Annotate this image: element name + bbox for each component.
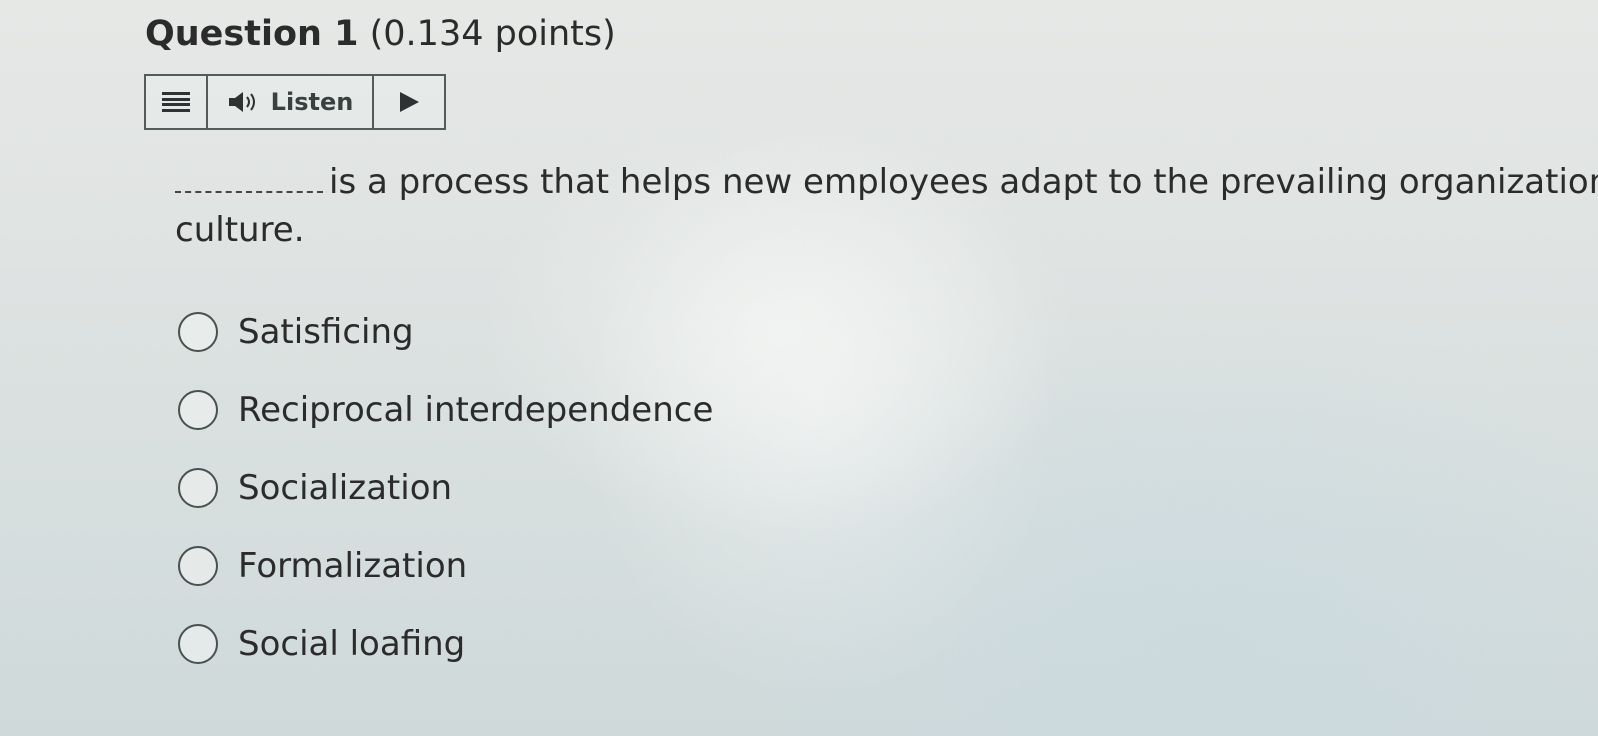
listen-toolbar: Listen [144,74,446,130]
option-label: Formalization [238,546,468,586]
option-social-loafing[interactable]: Social loafing [178,620,713,668]
option-label: Social loafing [238,624,466,664]
listen-button[interactable]: Listen [208,76,374,128]
speaker-icon [227,90,261,114]
play-icon [400,92,419,112]
option-socialization[interactable]: Socialization [178,464,713,512]
question-number: Question 1 [145,14,359,54]
radio-button[interactable] [178,546,218,586]
question-text-line1: is a process that helps new employees ad… [329,162,1598,202]
radio-button[interactable] [178,624,218,664]
hamburger-menu-icon [162,92,190,112]
question-points: (0.134 points) [369,14,616,54]
option-label: Satisficing [238,312,414,352]
fill-in-blank [175,167,323,193]
question-text-line2: culture. [175,210,305,250]
listen-menu-button[interactable] [146,76,208,128]
question-text: is a process that helps new employees ad… [175,158,1598,254]
radio-button[interactable] [178,468,218,508]
option-satisficing[interactable]: Satisficing [178,308,713,356]
answer-options: Satisficing Reciprocal interdependence S… [178,308,713,698]
option-formalization[interactable]: Formalization [178,542,713,590]
question-line-1: is a process that helps new employees ad… [175,158,1598,206]
option-label: Socialization [238,468,453,508]
option-reciprocal-interdependence[interactable]: Reciprocal interdependence [178,386,713,434]
radio-button[interactable] [178,312,218,352]
play-button[interactable] [374,76,444,128]
listen-label: Listen [270,88,354,116]
option-label: Reciprocal interdependence [238,390,714,430]
radio-button[interactable] [178,390,218,430]
question-title: Question 1 (0.134 points) [145,14,616,54]
